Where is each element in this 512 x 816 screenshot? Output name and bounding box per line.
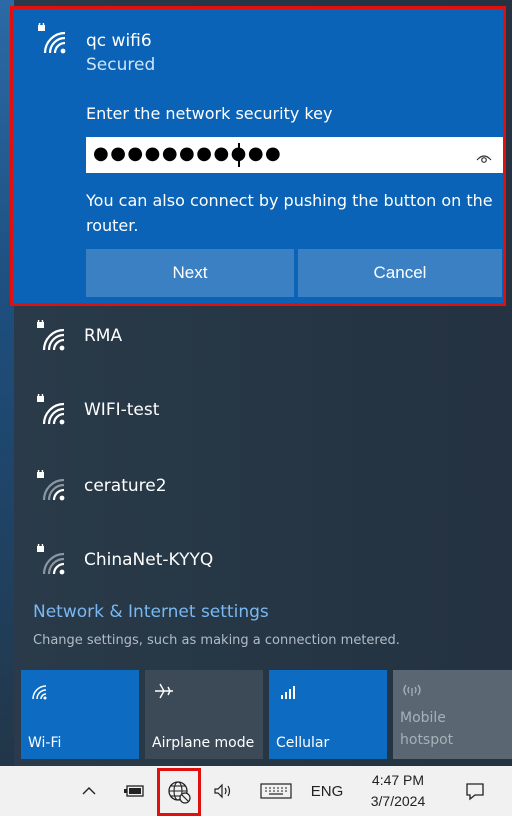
show-hidden-icons-chevron-icon[interactable] [75, 766, 103, 816]
active-network-panel: qc wifi6 Secured Enter the network secur… [10, 6, 506, 306]
cancel-button[interactable]: Cancel [298, 249, 502, 297]
wifi-secured-weak-icon [34, 544, 66, 576]
wifi-secured-icon [34, 394, 66, 426]
volume-icon[interactable] [209, 766, 239, 816]
quick-action-hotspot[interactable]: Mobile hotspot [393, 670, 512, 759]
clock-time: 4:47 PM [371, 772, 425, 788]
network-name: WIFI-test [84, 400, 160, 420]
security-key-prompt: Enter the network security key [86, 104, 333, 123]
network-settings-description: Change settings, such as making a connec… [33, 633, 400, 648]
airplane-icon [153, 682, 175, 700]
cellular-icon [277, 682, 299, 700]
security-key-value: ●●●●●●●●●●● [93, 143, 283, 164]
quick-action-cellular[interactable]: Cellular [269, 670, 387, 759]
network-name: cerature2 [84, 476, 167, 496]
network-name: RMA [84, 326, 123, 346]
text-caret [238, 143, 240, 167]
network-globe-icon[interactable] [157, 768, 201, 816]
hotspot-icon [401, 682, 423, 700]
wifi-secured-weak-icon [34, 470, 66, 502]
battery-icon[interactable] [118, 766, 150, 816]
network-list-item[interactable]: RMA [14, 308, 512, 368]
quick-action-label: Wi-Fi [28, 735, 62, 751]
network-flyout: qc wifi6 Secured Enter the network secur… [0, 0, 512, 766]
network-list-item[interactable]: ChinaNet-KYYQ [14, 532, 512, 592]
action-center-icon[interactable] [460, 766, 490, 816]
wifi-secured-icon [34, 320, 66, 352]
active-network-ssid: qc wifi6 [86, 31, 152, 51]
quick-action-airplane[interactable]: Airplane mode [145, 670, 263, 759]
next-button[interactable]: Next [86, 249, 294, 297]
network-name: ChinaNet-KYYQ [84, 550, 214, 570]
taskbar: ENG 4:47 PM 3/7/2024 [0, 766, 512, 816]
touch-keyboard-icon[interactable] [256, 766, 296, 816]
quick-action-label: Cellular [276, 735, 330, 751]
network-list-item[interactable]: WIFI-test [14, 382, 512, 442]
taskbar-clock[interactable]: 4:47 PM 3/7/2024 [355, 770, 441, 812]
network-list-item[interactable]: cerature2 [14, 458, 512, 518]
active-network-status: Secured [86, 55, 156, 75]
input-language-indicator[interactable]: ENG [307, 766, 347, 816]
network-settings-link[interactable]: Network & Internet settings [33, 602, 269, 622]
clock-date: 3/7/2024 [370, 793, 426, 809]
reveal-password-icon[interactable] [476, 149, 492, 163]
wifi-icon [29, 682, 51, 700]
quick-action-label: Mobile hotspot [400, 710, 454, 748]
wps-help-text: You can also connect by pushing the butt… [86, 191, 493, 235]
quick-action-label: Airplane mode [152, 735, 255, 751]
quick-action-wifi[interactable]: Wi-Fi [21, 670, 139, 759]
wifi-secured-icon [35, 23, 67, 55]
